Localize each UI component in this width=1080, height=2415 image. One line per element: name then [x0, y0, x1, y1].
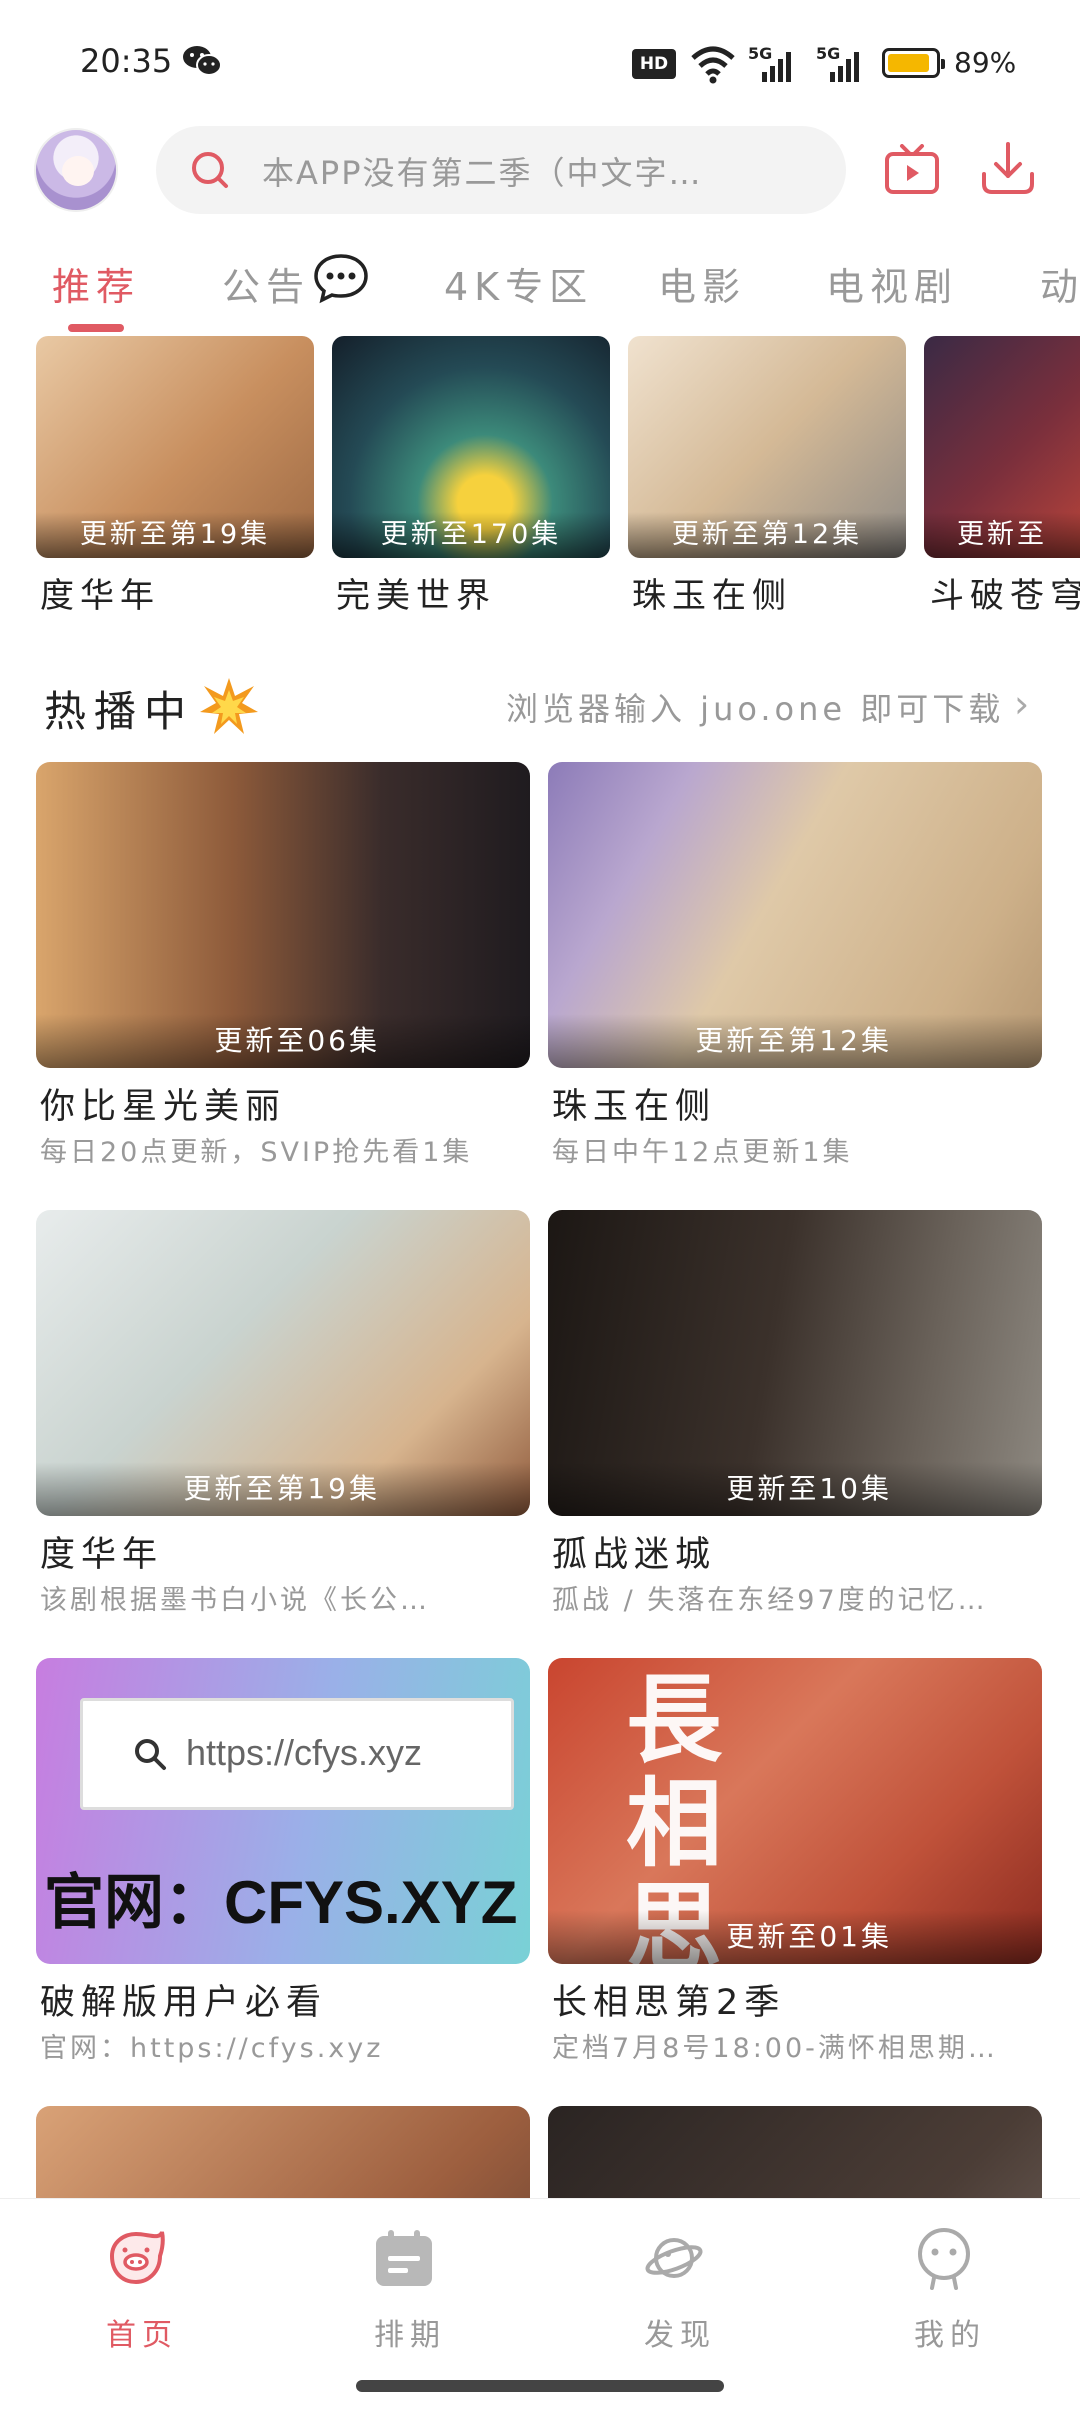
- search-icon: [135, 1739, 166, 1770]
- episode-badge: 更新至01集: [548, 1910, 1042, 1964]
- nav-mine[interactable]: 我的: [914, 2310, 986, 2354]
- episode-badge: 更新至10集: [548, 1462, 1042, 1516]
- download-icon[interactable]: [980, 140, 1036, 196]
- drama-card[interactable]: 更新至10集: [548, 1210, 1042, 1516]
- poster-card[interactable]: 更新至第19集: [36, 336, 314, 558]
- hd-badge: HD: [632, 49, 676, 79]
- nav-home[interactable]: 首页: [106, 2310, 178, 2354]
- search-input[interactable]: 本APP没有第二季（中文字…: [262, 148, 782, 194]
- signal-icon: 5G: [816, 44, 862, 82]
- signal-icon: 5G: [748, 44, 794, 82]
- section-title: 热播中: [44, 687, 195, 736]
- tab-4k[interactable]: 4K专区: [444, 256, 593, 311]
- drama-card[interactable]: 更新至第19集: [36, 1210, 530, 1516]
- tv-icon[interactable]: [884, 144, 940, 196]
- nav-schedule[interactable]: 排期: [374, 2310, 446, 2354]
- drama-subtitle: 孤战 / 失落在东经97度的记忆…: [552, 1585, 988, 1616]
- drama-title[interactable]: 度华年: [40, 1526, 163, 1577]
- drama-title[interactable]: 破解版用户必看: [40, 1974, 327, 2025]
- tab-recommend[interactable]: 推荐: [52, 256, 140, 311]
- tab-announcement[interactable]: 公告: [222, 256, 310, 311]
- battery-percent: 89%: [954, 46, 1017, 79]
- drama-card[interactable]: 更新至06集: [36, 762, 530, 1068]
- poster-card[interactable]: 更新至第12集: [628, 336, 906, 558]
- tab-anime[interactable]: 动: [1040, 256, 1080, 311]
- episode-badge: 更新至第12集: [628, 512, 906, 558]
- status-time: 20:35: [80, 42, 173, 80]
- battery-fill: [888, 54, 929, 72]
- profile-icon[interactable]: [912, 2226, 976, 2290]
- tab-movies[interactable]: 电影: [658, 256, 746, 311]
- promo-banner-text: 官网：CFYS.XYZ: [44, 1869, 518, 1936]
- wechat-icon: [183, 46, 222, 76]
- poster-card[interactable]: 更新至170集: [332, 336, 610, 558]
- poster-title[interactable]: 斗破苍穹: [930, 568, 1080, 617]
- drama-title[interactable]: 珠玉在侧: [552, 1078, 716, 1129]
- explosion-icon: [200, 678, 258, 734]
- status-bar: 20:35 HD 5G 5G 89%: [0, 0, 1080, 120]
- drama-title[interactable]: 孤战迷城: [552, 1526, 716, 1577]
- home-indicator: [356, 2380, 724, 2392]
- battery-icon: [882, 48, 945, 78]
- drama-subtitle: 每日中午12点更新1集: [552, 1137, 853, 1168]
- chevron-right-icon[interactable]: ›: [1014, 682, 1029, 726]
- drama-subtitle: 每日20点更新，SVIP抢先看1集: [40, 1137, 473, 1168]
- download-hint-link[interactable]: 浏览器输入 juo.one 即可下载: [506, 684, 1004, 730]
- pig-home-icon[interactable]: [104, 2226, 168, 2290]
- nav-discover[interactable]: 发现: [644, 2310, 716, 2354]
- planet-icon[interactable]: [642, 2226, 706, 2290]
- calendar-icon[interactable]: [372, 2226, 436, 2290]
- chat-bubble-icon: [314, 254, 368, 304]
- drama-subtitle: 定档7月8号18:00-满怀相思期…: [552, 2033, 998, 2064]
- drama-card[interactable]: 長相思 更新至01集: [548, 1658, 1042, 1964]
- poster-title[interactable]: 度华年: [40, 568, 160, 617]
- poster-title[interactable]: 完美世界: [336, 568, 496, 617]
- tab-active-indicator: [68, 324, 124, 332]
- promo-url: https://cfys.xyz: [186, 1732, 423, 1773]
- episode-badge: 更新至第12集: [548, 1014, 1042, 1068]
- promo-card[interactable]: https://cfys.xyz 官网：CFYS.XYZ: [36, 1658, 530, 1964]
- avatar[interactable]: [34, 128, 118, 212]
- wifi-icon: [691, 46, 735, 84]
- episode-badge: 更新至第19集: [36, 1462, 530, 1516]
- poster-title[interactable]: 珠玉在侧: [632, 568, 792, 617]
- drama-subtitle: 该剧根据墨书白小说《长公…: [40, 1585, 430, 1616]
- search-icon: [192, 152, 228, 188]
- episode-badge: 更新至170集: [332, 512, 610, 558]
- drama-card[interactable]: 更新至第12集: [548, 762, 1042, 1068]
- episode-badge: 更新至: [924, 512, 1080, 558]
- drama-title[interactable]: 你比星光美丽: [40, 1078, 286, 1129]
- tab-tv-series[interactable]: 电视剧: [826, 256, 958, 311]
- drama-title[interactable]: 长相思第2季: [552, 1974, 785, 2025]
- episode-badge: 更新至第19集: [36, 512, 314, 558]
- drama-subtitle: 官网：https://cfys.xyz: [40, 2033, 384, 2064]
- episode-badge: 更新至06集: [36, 1014, 530, 1068]
- poster-card[interactable]: 更新至: [924, 336, 1080, 558]
